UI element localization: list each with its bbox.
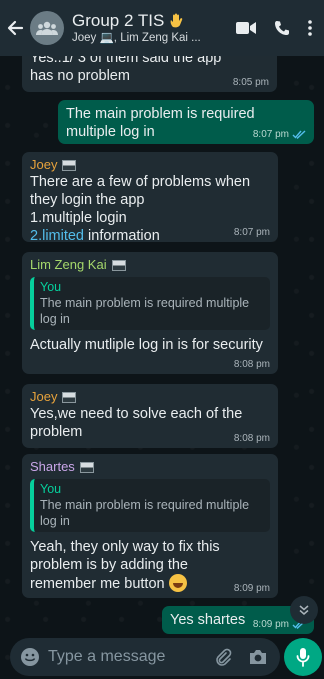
quoted-message[interactable]: You The main problem is required multipl… xyxy=(30,479,270,532)
time-label: 8:09 pm xyxy=(233,583,270,594)
message-bubble[interactable]: Joey Yes,we need to solve each of the pr… xyxy=(22,384,278,448)
message-text: Yes..1/ 3 of them said the app has no pr… xyxy=(30,56,222,84)
sender-name: Shartes xyxy=(30,459,75,474)
sender-name: Lim Zeng Kai xyxy=(30,257,107,272)
message-time: 8:05 pm xyxy=(233,77,269,88)
message-time: 8:07 pm xyxy=(234,227,270,238)
message-bubble[interactable]: Shartes You The main problem is required… xyxy=(22,454,278,598)
sender-name: Joey xyxy=(30,389,58,404)
time-label: 8:09 pm xyxy=(252,619,289,630)
back-button[interactable] xyxy=(6,19,28,37)
back-arrow-icon xyxy=(7,20,24,36)
voice-message-button[interactable] xyxy=(284,638,322,676)
message-text-rest: information xyxy=(84,228,160,244)
message-link[interactable]: 2.limited xyxy=(30,228,84,244)
message-text: Yes,we need to solve each of the problem xyxy=(30,406,243,440)
time-label: 8:05 pm xyxy=(232,77,269,88)
quoted-sender: You xyxy=(40,482,62,496)
group-avatar[interactable] xyxy=(30,11,64,45)
video-call-icon[interactable] xyxy=(236,21,256,35)
message-composer xyxy=(10,638,280,676)
time-label: 8:08 pm xyxy=(233,359,270,370)
message-text: Yeah, they only way to fix this problem … xyxy=(30,538,245,593)
camera-icon[interactable] xyxy=(248,648,268,666)
sender-name-row: Lim Zeng Kai xyxy=(30,257,270,273)
emoji-icon[interactable] xyxy=(20,647,40,667)
quoted-sender: You xyxy=(40,280,62,294)
laptop-emoji xyxy=(62,159,77,171)
message-bubble[interactable]: Yes..1/ 3 of them said the app has no pr… xyxy=(22,56,277,92)
message-text: Actually mutliple log in is for security xyxy=(30,337,263,353)
message-time: 8:07 pm xyxy=(253,129,306,140)
group-info[interactable]: Group 2 TIS Joey 💻, Lim Zeng Kai ... xyxy=(72,11,232,46)
time-label: 8:08 pm xyxy=(233,433,270,444)
more-options-icon[interactable] xyxy=(308,20,312,36)
time-label: 8:07 pm xyxy=(252,129,289,140)
group-title: Group 2 TIS xyxy=(72,10,165,30)
voice-call-icon[interactable] xyxy=(274,20,290,36)
sender-name-row: Shartes xyxy=(30,459,270,475)
sender-name-row: Joey xyxy=(30,389,270,405)
message-bubble[interactable]: Lim Zeng Kai You The main problem is req… xyxy=(22,252,278,374)
group-title-row: Group 2 TIS xyxy=(72,11,232,31)
laptop-emoji xyxy=(111,259,126,271)
message-text-body: Yeah, they only way to fix this problem … xyxy=(30,539,220,592)
mic-icon xyxy=(296,648,310,667)
double-chevron-down-icon xyxy=(299,605,309,615)
group-avatar-icon xyxy=(36,21,58,35)
attach-icon[interactable] xyxy=(214,648,232,666)
sender-name-row: Joey xyxy=(30,157,270,173)
message-text-line: 1.multiple login xyxy=(30,210,127,226)
message-time: 8:08 pm xyxy=(234,359,270,370)
raised-hand-emoji xyxy=(170,13,183,27)
message-bubble[interactable]: Joey There are a few of problems when th… xyxy=(22,152,278,244)
grinning-emoji xyxy=(168,574,187,592)
quoted-text: The main problem is required multiple lo… xyxy=(40,296,250,326)
read-ticks-icon xyxy=(292,130,306,139)
laptop-emoji xyxy=(79,461,94,473)
message-input[interactable] xyxy=(46,647,200,667)
message-text: There are a few of problems when they lo… xyxy=(30,174,251,208)
message-time: 8:09 pm xyxy=(234,583,270,594)
quoted-text: The main problem is required multiple lo… xyxy=(40,498,250,528)
time-label: 8:07 pm xyxy=(233,227,270,238)
scroll-to-bottom-button[interactable] xyxy=(290,596,318,624)
message-time: 8:08 pm xyxy=(234,433,270,444)
message-list[interactable]: Yes..1/ 3 of them said the app has no pr… xyxy=(0,56,324,636)
group-members: Joey 💻, Lim Zeng Kai ... xyxy=(72,31,201,44)
chat-header: Group 2 TIS Joey 💻, Lim Zeng Kai ... xyxy=(0,0,324,56)
sender-name: Joey xyxy=(30,157,58,172)
laptop-emoji xyxy=(62,391,77,403)
message-bubble-outgoing[interactable]: The main problem is required multiple lo… xyxy=(58,100,314,144)
header-actions xyxy=(236,20,312,36)
quoted-message[interactable]: You The main problem is required multipl… xyxy=(30,277,270,330)
message-text: The main problem is required multiple lo… xyxy=(66,106,255,140)
